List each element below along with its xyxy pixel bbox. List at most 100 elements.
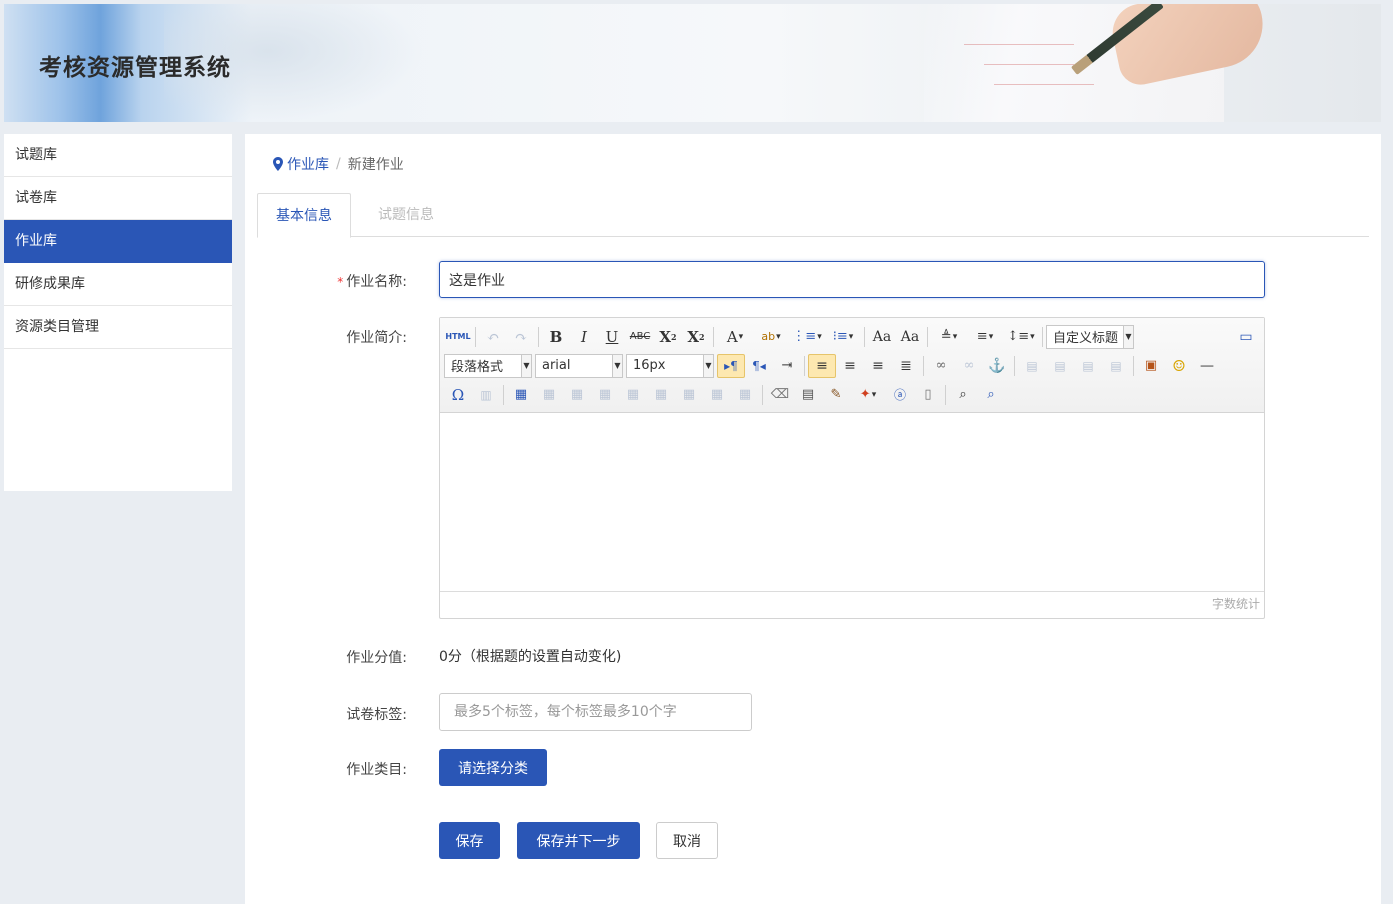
tab-basic-info[interactable]: 基本信息 bbox=[257, 193, 351, 238]
toolbar-separator bbox=[503, 384, 504, 405]
homework-score-value: 0分（根据题的设置自动变化) bbox=[439, 649, 622, 665]
paste-plain-icon[interactable]: ▤ bbox=[794, 383, 822, 407]
image-center-icon[interactable]: ▤ bbox=[1102, 354, 1130, 378]
paper-tags-input[interactable] bbox=[439, 693, 752, 731]
insert-frame-icon[interactable]: ▥ bbox=[472, 383, 500, 407]
insert-table-icon[interactable]: ▦ bbox=[507, 383, 535, 407]
paper-tags-label: 试卷标签: bbox=[346, 707, 407, 723]
insert-column-icon[interactable]: ▦ bbox=[647, 383, 675, 407]
undo-icon[interactable]: ↶ bbox=[479, 325, 507, 349]
font-size-increase-icon[interactable]: Aa bbox=[868, 325, 896, 349]
delete-row-icon[interactable]: ▦ bbox=[619, 383, 647, 407]
bold-icon[interactable]: B bbox=[542, 325, 570, 349]
italic-icon[interactable]: I bbox=[570, 325, 598, 349]
html-source-icon[interactable]: HTML bbox=[444, 325, 472, 349]
required-asterisk: * bbox=[337, 275, 344, 289]
ltr-direction-icon[interactable]: ▸¶ bbox=[717, 353, 745, 378]
sidebar-item-research-results[interactable]: 研修成果库 bbox=[4, 263, 232, 306]
toolbar-separator bbox=[1133, 355, 1134, 376]
select-category-button[interactable]: 请选择分类 bbox=[439, 749, 547, 786]
tab-question-info[interactable]: 试题信息 bbox=[360, 193, 452, 237]
row-spacing-top-icon[interactable]: ≜ bbox=[931, 325, 967, 349]
custom-title-select[interactable]: 自定义标题 ▼ bbox=[1046, 324, 1134, 349]
find-replace-icon[interactable]: ⌕ bbox=[949, 383, 977, 407]
custom-title-select-value: 自定义标题 bbox=[1053, 331, 1119, 346]
homework-score-label: 作业分值: bbox=[346, 650, 407, 666]
cancel-button[interactable]: 取消 bbox=[656, 822, 718, 859]
banner-paper-line bbox=[964, 44, 1074, 45]
align-left-icon[interactable]: ≡ bbox=[808, 353, 836, 378]
save-and-next-button[interactable]: 保存并下一步 bbox=[517, 822, 640, 859]
font-family-value: arial bbox=[542, 358, 571, 373]
insert-row-icon[interactable]: ▦ bbox=[591, 383, 619, 407]
strikethrough-icon[interactable]: ABC bbox=[626, 325, 654, 349]
header-banner: 考核资源管理系统 bbox=[4, 4, 1381, 122]
save-button[interactable]: 保存 bbox=[439, 822, 500, 859]
paragraph-format-select[interactable]: 段落格式 ▼ bbox=[444, 353, 532, 378]
toolbar-separator bbox=[804, 355, 805, 376]
breadcrumb-separator: / bbox=[336, 156, 341, 172]
special-chars-icon[interactable]: Ω bbox=[444, 383, 472, 407]
font-size-select[interactable]: 16px ▼ bbox=[626, 353, 714, 378]
font-size-decrease-icon[interactable]: Aa bbox=[896, 325, 924, 349]
delete-table-icon[interactable]: ▦ bbox=[535, 383, 563, 407]
merge-cells-icon[interactable]: ▦ bbox=[703, 383, 731, 407]
image-right-icon[interactable]: ▤ bbox=[1074, 354, 1102, 378]
sidebar-item-paper-bank[interactable]: 试卷库 bbox=[4, 177, 232, 220]
ordered-list-icon[interactable]: ⋮≡ bbox=[789, 325, 825, 349]
subscript-icon[interactable]: X2 bbox=[682, 325, 710, 349]
toolbar-separator bbox=[1042, 326, 1043, 347]
image-left-icon[interactable]: ▤ bbox=[1046, 354, 1074, 378]
fullscreen-icon[interactable]: ▭ bbox=[1232, 325, 1260, 349]
eraser-icon[interactable]: ⌫ bbox=[766, 383, 794, 407]
homework-intro-label: 作业简介: bbox=[346, 330, 407, 346]
redo-icon[interactable]: ↷ bbox=[507, 325, 535, 349]
align-center-icon[interactable]: ≡ bbox=[836, 354, 864, 378]
link-icon[interactable]: ∞ bbox=[927, 354, 955, 378]
horizontal-rule-icon[interactable]: — bbox=[1193, 354, 1221, 378]
auto-typeset-icon[interactable]: ✦ bbox=[850, 383, 886, 407]
insert-paragraph-before-table-icon[interactable]: ▦ bbox=[563, 383, 591, 407]
underline-icon[interactable]: U bbox=[598, 325, 626, 349]
image-none-icon[interactable]: ▤ bbox=[1018, 354, 1046, 378]
align-justify-icon[interactable]: ≣ bbox=[892, 354, 920, 378]
toolbar-separator bbox=[927, 326, 928, 347]
editor-content-area[interactable] bbox=[440, 413, 1264, 591]
unordered-list-icon[interactable]: ⁝≡ bbox=[825, 325, 861, 349]
rtl-direction-icon[interactable]: ¶◂ bbox=[745, 354, 773, 378]
page-break-icon[interactable]: ▯ bbox=[914, 383, 942, 407]
toolbar-separator bbox=[864, 326, 865, 347]
app-title: 考核资源管理系统 bbox=[39, 55, 231, 81]
unlink-icon[interactable]: ∞ bbox=[955, 354, 983, 378]
insert-code-icon[interactable]: ⓐ bbox=[886, 383, 914, 407]
sidebar: 试题库 试卷库 作业库 研修成果库 资源类目管理 bbox=[4, 134, 232, 491]
font-size-value: 16px bbox=[633, 358, 666, 373]
highlight-color-icon[interactable]: ab bbox=[753, 325, 789, 349]
sidebar-item-question-bank[interactable]: 试题库 bbox=[4, 134, 232, 177]
toolbar-separator bbox=[945, 384, 946, 405]
anchor-icon[interactable]: ⚓ bbox=[983, 354, 1011, 378]
align-right-icon[interactable]: ≡ bbox=[864, 354, 892, 378]
superscript-icon[interactable]: X2 bbox=[654, 325, 682, 349]
toolbar-separator bbox=[762, 384, 763, 405]
font-color-icon[interactable]: A bbox=[717, 325, 753, 349]
homework-name-label: * 作业名称: bbox=[287, 271, 407, 291]
emoticon-icon[interactable]: ☺ bbox=[1165, 354, 1193, 378]
banner-paper-line bbox=[994, 84, 1094, 85]
insert-image-icon[interactable]: ▣ bbox=[1137, 354, 1165, 378]
format-brush-icon[interactable]: ✎ bbox=[822, 383, 850, 407]
sidebar-item-resource-categories[interactable]: 资源类目管理 bbox=[4, 306, 232, 349]
line-height-icon[interactable]: ↕≡ bbox=[1003, 325, 1039, 349]
indent-icon[interactable]: ⇥ bbox=[773, 354, 801, 378]
sidebar-item-homework-bank[interactable]: 作业库 bbox=[4, 220, 232, 263]
split-cells-icon[interactable]: ▦ bbox=[731, 383, 759, 407]
chevron-down-icon: ▼ bbox=[1123, 325, 1133, 348]
font-family-select[interactable]: arial ▼ bbox=[535, 353, 623, 378]
chevron-down-icon: ▼ bbox=[703, 354, 713, 377]
row-spacing-bottom-icon[interactable]: ≡ bbox=[967, 325, 1003, 349]
delete-column-icon[interactable]: ▦ bbox=[675, 383, 703, 407]
banner-paper-line bbox=[984, 64, 1074, 65]
homework-name-input[interactable] bbox=[439, 261, 1265, 298]
breadcrumb-parent-link[interactable]: 作业库 bbox=[287, 154, 329, 174]
preview-icon[interactable]: ⌕ bbox=[977, 383, 1005, 407]
